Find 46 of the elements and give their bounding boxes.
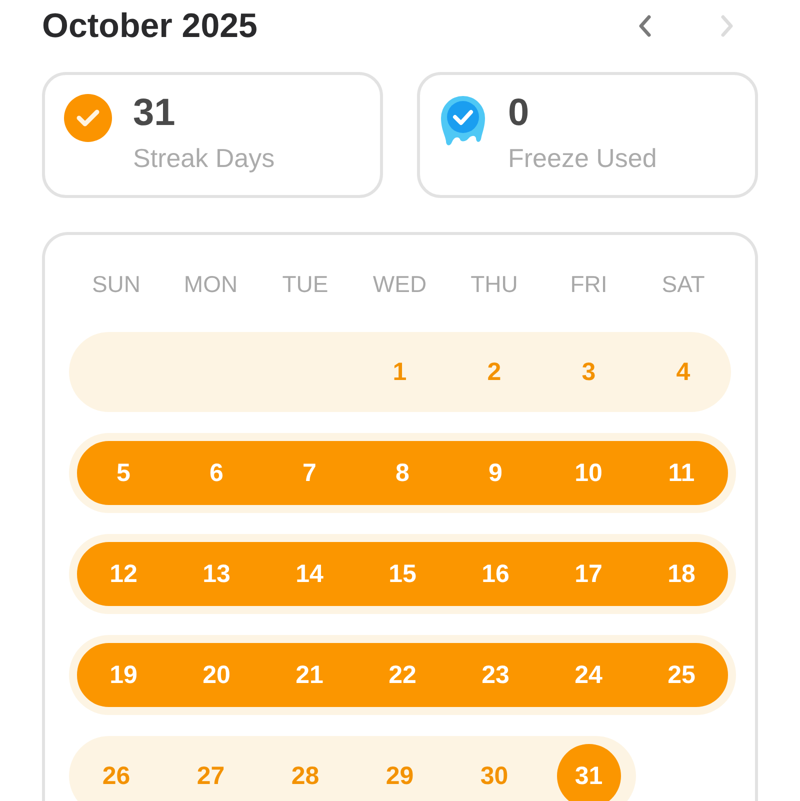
calendar-day[interactable]: 16: [482, 560, 510, 588]
calendar-day[interactable]: 5: [116, 458, 130, 488]
today-day[interactable]: 31: [556, 744, 621, 801]
weekday-label: MON: [182, 271, 239, 298]
stat-label: Streak Days: [133, 143, 275, 174]
chevron-left-icon: [638, 14, 652, 38]
calendar-day[interactable]: 8: [396, 458, 410, 488]
calendar-day[interactable]: 6: [210, 458, 224, 488]
calendar-day[interactable]: 28: [291, 762, 320, 790]
calendar-day[interactable]: 29: [386, 762, 414, 790]
chevron-right-icon: [720, 14, 734, 38]
calendar-day[interactable]: 20: [202, 660, 230, 690]
calendar-day[interactable]: 23: [482, 660, 510, 690]
stat-label: Freeze Used: [508, 143, 657, 174]
calendar-day[interactable]: 17: [574, 560, 602, 588]
calendar-day[interactable]: 15: [388, 560, 416, 588]
calendar-day[interactable]: 13: [202, 560, 230, 588]
calendar-day[interactable]: 10: [574, 458, 602, 488]
calendar-day[interactable]: 19: [110, 660, 138, 690]
weekday-label: WED: [372, 271, 428, 298]
calendar-day[interactable]: 22: [388, 660, 416, 690]
month-title: October 2025: [42, 6, 258, 46]
calendar-day[interactable]: 3: [582, 358, 596, 386]
calendar-day[interactable]: 12: [110, 560, 138, 588]
calendar-day[interactable]: 7: [302, 458, 316, 488]
calendar-day[interactable]: 2: [487, 358, 502, 386]
calendar-day[interactable]: 18: [668, 560, 696, 588]
weekday-label: FRI: [569, 271, 608, 298]
calendar-day[interactable]: 1: [392, 358, 407, 386]
calendar-day[interactable]: 21: [296, 660, 324, 690]
calendar-day[interactable]: 24: [574, 660, 602, 690]
calendar-day[interactable]: 14: [296, 560, 324, 588]
stat-value: 0: [508, 91, 530, 135]
calendar-day[interactable]: 25: [668, 660, 696, 690]
calendar-day[interactable]: 9: [488, 458, 502, 488]
weekday-label: SAT: [660, 271, 706, 298]
calendar-day[interactable]: 27: [196, 762, 225, 790]
weekday-label: THU: [470, 271, 519, 298]
calendar-day[interactable]: 11: [668, 458, 695, 488]
stat-value: 31: [133, 91, 176, 135]
calendar-day[interactable]: 26: [102, 762, 130, 790]
weekday-label: TUE: [281, 271, 330, 298]
check-circle-icon: [63, 93, 113, 143]
weekday-label: SUN: [90, 271, 142, 298]
calendar-day[interactable]: 4: [676, 358, 690, 386]
calendar-day[interactable]: 30: [480, 762, 508, 790]
